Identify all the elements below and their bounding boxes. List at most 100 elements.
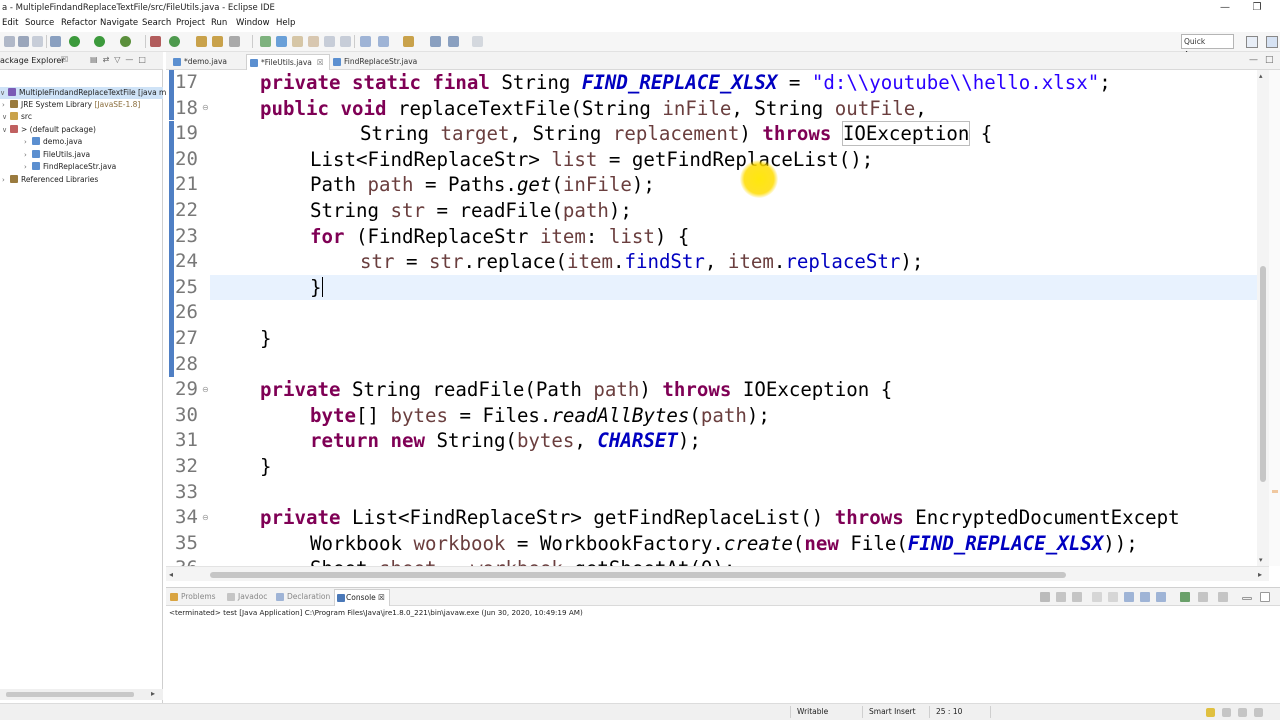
maximize-editor-icon[interactable]: □ xyxy=(1265,55,1274,65)
external-tools-icon[interactable] xyxy=(120,36,131,47)
scroll-down-icon[interactable]: ▾ xyxy=(1259,556,1263,564)
fold-icon[interactable]: ⊖ xyxy=(202,513,209,522)
last-edit-icon[interactable] xyxy=(403,36,414,47)
tab-javadoc[interactable]: Javadoc xyxy=(227,592,267,601)
clear-console-icon[interactable] xyxy=(1092,592,1102,602)
menu-search[interactable]: Search xyxy=(142,18,171,28)
minimize-view-icon[interactable] xyxy=(1242,597,1252,600)
code-area[interactable]: private static final String FIND_REPLACE… xyxy=(210,70,1257,566)
tab-fileutils-java[interactable]: *FileUtils.java ☒ xyxy=(246,54,330,70)
remove-all-icon[interactable] xyxy=(1072,592,1082,602)
show-paragraph-icon[interactable] xyxy=(340,36,351,47)
menu-run[interactable]: Run xyxy=(211,18,227,28)
new-class-icon[interactable] xyxy=(169,36,180,47)
scroll-lock-icon[interactable] xyxy=(1108,592,1118,602)
tree-item-project[interactable]: ∨ MultipleFindandReplaceTextFile [java ma xyxy=(0,87,171,99)
fold-icon[interactable]: ⊖ xyxy=(202,103,209,112)
fold-icon[interactable]: ⊖ xyxy=(202,385,209,394)
maximize-icon[interactable]: ❐ xyxy=(1242,1,1272,15)
remove-launch-icon[interactable] xyxy=(1056,592,1066,602)
status-insert-mode[interactable]: Smart Insert xyxy=(869,707,916,716)
quick-access-field[interactable]: Quick Access xyxy=(1181,34,1234,59)
expand-arrow-icon[interactable]: › xyxy=(24,136,32,148)
tree-item-findreplacestr-java[interactable]: › FindReplaceStr.java xyxy=(24,161,116,173)
word-wrap-icon[interactable] xyxy=(1124,592,1134,602)
previous-annotation-icon[interactable] xyxy=(378,36,389,47)
tree-item-src[interactable]: ∨ src xyxy=(2,111,32,123)
expand-arrow-icon[interactable]: ∨ xyxy=(2,111,10,123)
close-icon[interactable]: ☒ xyxy=(378,593,385,602)
console-output[interactable]: <terminated> test [Java Application] C:\… xyxy=(169,608,583,617)
menu-source[interactable]: Source xyxy=(25,18,54,28)
link-editor-icon[interactable]: ⇄ xyxy=(103,55,115,64)
new-icon[interactable] xyxy=(4,36,15,47)
debug-icon[interactable] xyxy=(50,36,61,47)
heap-icon[interactable] xyxy=(1222,708,1231,717)
collapse-all-icon[interactable]: ▤ xyxy=(90,55,103,64)
tree-item-jre-library[interactable]: › JRE System Library [JavaSE-1.8] xyxy=(2,99,140,111)
package-explorer-title[interactable]: ackage Explorer xyxy=(0,56,65,65)
open-console-icon[interactable] xyxy=(1218,592,1228,602)
scroll-left-icon[interactable]: ◂ xyxy=(169,570,173,579)
scroll-right-icon[interactable]: ▸ xyxy=(151,689,155,698)
menu-refactor[interactable]: Refactor xyxy=(61,18,97,28)
editor-hscrollbar[interactable]: ◂ ▸ xyxy=(166,566,1269,581)
tab-demo-java[interactable]: *demo.java xyxy=(170,54,227,70)
package-explorer-hscrollbar[interactable]: ▸ xyxy=(0,689,163,700)
scroll-up-icon[interactable]: ▴ xyxy=(1259,72,1263,80)
menu-window[interactable]: Window xyxy=(236,18,270,28)
tab-console[interactable]: Console ☒ xyxy=(334,589,390,606)
run-last-icon[interactable] xyxy=(94,36,105,47)
mark-occurrences-icon[interactable] xyxy=(276,36,287,47)
progress-icon[interactable] xyxy=(1238,708,1247,717)
menu-help[interactable]: Help xyxy=(276,18,295,28)
expand-arrow-icon[interactable]: › xyxy=(24,149,32,161)
maximize-view-icon[interactable] xyxy=(1260,592,1270,602)
expand-arrow-icon[interactable]: ∨ xyxy=(0,87,8,99)
close-icon[interactable]: ☒ xyxy=(317,58,324,67)
expand-arrow-icon[interactable]: ∨ xyxy=(2,124,10,136)
minimize-icon[interactable]: — xyxy=(1210,1,1240,15)
terminate-icon[interactable] xyxy=(1040,592,1050,602)
tip-icon[interactable] xyxy=(1206,708,1215,717)
show-on-output-icon[interactable] xyxy=(1140,592,1150,602)
expand-arrow-icon[interactable]: › xyxy=(2,99,10,111)
close-icon[interactable]: ☒ xyxy=(61,55,68,64)
next-annotation-icon[interactable] xyxy=(360,36,371,47)
show-whitespace-icon[interactable] xyxy=(308,36,319,47)
overview-ruler[interactable] xyxy=(1269,70,1280,566)
tab-declaration[interactable]: Declaration xyxy=(276,592,330,601)
scroll-thumb[interactable] xyxy=(6,692,134,697)
tab-problems[interactable]: Problems xyxy=(170,592,216,601)
forward-icon[interactable] xyxy=(448,36,459,47)
open-perspective-icon[interactable] xyxy=(1246,36,1258,48)
scroll-thumb[interactable] xyxy=(1260,266,1266,482)
tree-item-default-package[interactable]: ∨ > (default package) xyxy=(2,124,96,136)
menu-edit[interactable]: Edit xyxy=(2,18,18,28)
tree-item-demo-java[interactable]: › demo.java xyxy=(24,136,82,148)
tab-findreplacestr-java[interactable]: FindReplaceStr.java xyxy=(330,54,417,70)
status-cursor-position[interactable]: 25 : 10 xyxy=(936,707,962,716)
minimize-view-icon[interactable]: — xyxy=(125,55,138,64)
save-all-icon[interactable] xyxy=(32,36,43,47)
tree-item-fileutils-java[interactable]: › FileUtils.java xyxy=(24,149,90,161)
display-console-icon[interactable] xyxy=(1198,592,1208,602)
toggle-block-icon[interactable] xyxy=(292,36,303,47)
run-icon[interactable] xyxy=(69,36,80,47)
open-type-icon[interactable] xyxy=(196,36,207,47)
back-icon[interactable] xyxy=(430,36,441,47)
expand-arrow-icon[interactable]: › xyxy=(2,174,10,186)
toggle-markers-icon[interactable] xyxy=(260,36,271,47)
java-perspective-icon[interactable] xyxy=(1266,36,1278,48)
tree-item-referenced-libraries[interactable]: › Referenced Libraries xyxy=(2,174,98,186)
view-menu-icon[interactable]: ▽ xyxy=(114,55,125,64)
menu-project[interactable]: Project xyxy=(176,18,205,28)
pin-icon[interactable] xyxy=(472,36,483,47)
search-icon[interactable] xyxy=(229,36,240,47)
menu-navigate[interactable]: Navigate xyxy=(100,18,138,28)
word-wrap-icon[interactable] xyxy=(324,36,335,47)
pin-console-icon[interactable] xyxy=(1180,592,1190,602)
overview-marker[interactable] xyxy=(1272,490,1278,493)
editor-vscrollbar[interactable]: ▴ ▾ xyxy=(1257,70,1269,566)
show-on-error-icon[interactable] xyxy=(1156,592,1166,602)
